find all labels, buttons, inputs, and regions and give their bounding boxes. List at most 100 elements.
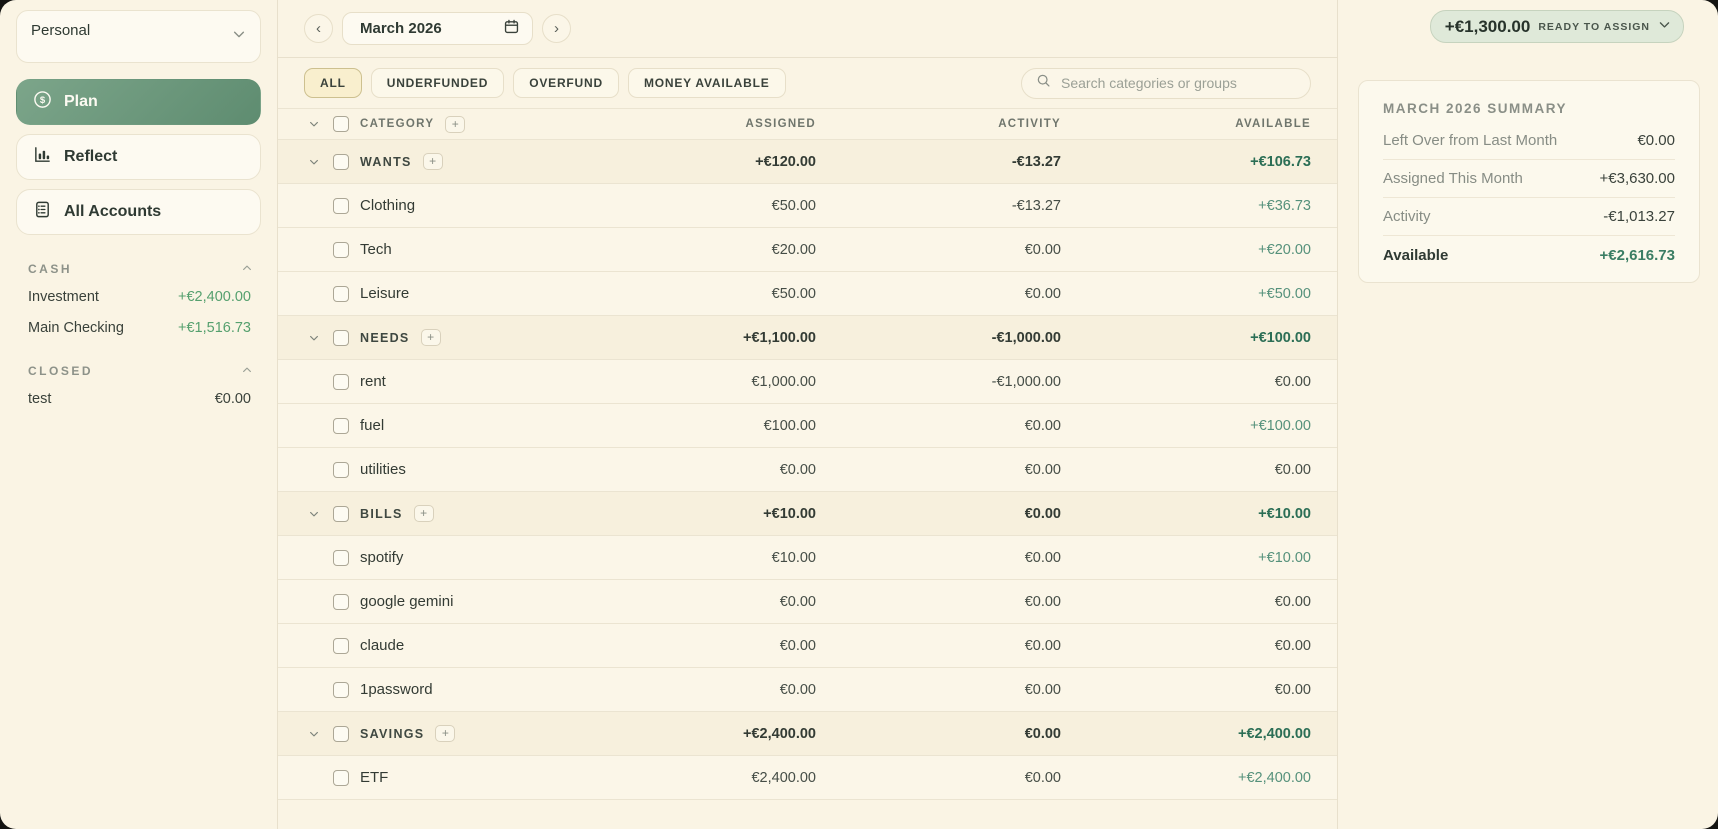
category-row[interactable]: utilities €0.00 €0.00 €0.00 xyxy=(278,448,1337,492)
add-category-button[interactable]: + xyxy=(435,725,456,742)
category-row[interactable]: ETF €2,400.00 €0.00 +€2,400.00 xyxy=(278,756,1337,800)
category-available: €0.00 xyxy=(1274,593,1311,610)
chevron-up-icon xyxy=(241,364,253,379)
category-checkbox[interactable] xyxy=(333,197,349,214)
filter-chip[interactable]: OVERFUND xyxy=(513,68,619,98)
previous-month-button[interactable]: ‹ xyxy=(304,14,333,43)
category-row[interactable]: Tech €20.00 €0.00 +€20.00 xyxy=(278,228,1337,272)
category-row[interactable]: rent €1,000.00 -€1,000.00 €0.00 xyxy=(278,360,1337,404)
sidebar-item-label: Plan xyxy=(64,93,98,110)
search-box[interactable] xyxy=(1021,67,1311,99)
account-row[interactable]: test €0.00 xyxy=(28,383,253,414)
group-available: +€106.73 xyxy=(1250,153,1311,170)
budget-table: CATEGORY + ASSIGNED ACTIVITY AVAILABLE W… xyxy=(278,108,1337,800)
category-checkbox[interactable] xyxy=(333,769,349,786)
category-row[interactable]: 1password €0.00 €0.00 €0.00 xyxy=(278,668,1337,712)
next-month-button[interactable]: › xyxy=(542,14,571,43)
category-checkbox[interactable] xyxy=(333,681,349,698)
category-row[interactable]: Leisure €50.00 €0.00 +€50.00 xyxy=(278,272,1337,316)
add-category-button[interactable]: + xyxy=(413,505,434,522)
filter-chip[interactable]: MONEY AVAILABLE xyxy=(627,68,786,98)
month-picker[interactable]: March 2026 xyxy=(342,12,533,45)
sidebar-item-reflect[interactable]: Reflect xyxy=(16,134,261,180)
category-assigned: €0.00 xyxy=(779,593,816,610)
group-assigned: +€120.00 xyxy=(755,153,816,170)
ready-to-assign-button[interactable]: +€1,300.00 READY TO ASSIGN xyxy=(1429,10,1684,43)
filter-chip[interactable]: UNDERFUNDED xyxy=(370,68,505,98)
category-assigned: €0.00 xyxy=(779,461,816,478)
arrow-left-icon: ‹ xyxy=(316,19,321,37)
sidebar-nav: $ Plan Reflect All Accounts xyxy=(16,79,261,235)
month-summary-card: MARCH 2026 SUMMARY Left Over from Last M… xyxy=(1358,80,1700,283)
account-balance: +€2,400.00 xyxy=(178,288,251,305)
summary-row-value: -€1,013.27 xyxy=(1603,208,1675,225)
category-assigned: €10.00 xyxy=(771,549,816,566)
group-row[interactable]: SAVINGS + +€2,400.00 €0.00 +€2,400.00 xyxy=(278,712,1337,756)
add-group-button[interactable]: + xyxy=(445,115,466,133)
group-row[interactable]: BILLS + +€10.00 €0.00 +€10.00 xyxy=(278,492,1337,536)
filter-chip[interactable]: ALL xyxy=(304,68,362,98)
category-activity: €0.00 xyxy=(1024,593,1061,610)
account-row[interactable]: Investment +€2,400.00 xyxy=(28,281,253,312)
select-all-checkbox[interactable] xyxy=(333,116,349,132)
summary-row-value: +€2,616.73 xyxy=(1599,246,1676,264)
category-assigned: €0.00 xyxy=(779,681,816,698)
account-row[interactable]: Main Checking +€1,516.73 xyxy=(28,312,253,343)
category-checkbox[interactable] xyxy=(333,593,349,610)
collapse-all-chevron-icon[interactable] xyxy=(308,118,322,130)
category-checkbox[interactable] xyxy=(333,285,349,302)
category-checkbox[interactable] xyxy=(333,417,349,434)
chevron-down-icon xyxy=(232,27,246,46)
category-row[interactable]: google gemini €0.00 €0.00 €0.00 xyxy=(278,580,1337,624)
budget-selector[interactable]: Personal xyxy=(16,10,261,63)
search-input[interactable] xyxy=(1059,74,1296,92)
add-category-button[interactable]: + xyxy=(420,329,441,346)
chevron-down-icon[interactable] xyxy=(308,332,322,344)
summary-row: Assigned This Month +€3,630.00 xyxy=(1383,160,1675,198)
calendar-icon xyxy=(503,18,520,40)
group-checkbox[interactable] xyxy=(333,329,349,346)
category-checkbox[interactable] xyxy=(333,241,349,258)
chevron-down-icon[interactable] xyxy=(308,156,322,168)
group-activity: -€13.27 xyxy=(1011,153,1061,170)
category-assigned: €50.00 xyxy=(771,197,816,214)
category-checkbox[interactable] xyxy=(333,373,349,390)
account-name: test xyxy=(28,390,52,407)
category-activity: €0.00 xyxy=(1024,285,1061,302)
category-row[interactable]: Clothing €50.00 -€13.27 +€36.73 xyxy=(278,184,1337,228)
right-panel: +€1,300.00 READY TO ASSIGN MARCH 2026 SU… xyxy=(1338,0,1718,829)
group-name: NEEDS xyxy=(360,330,410,345)
category-activity: -€1,000.00 xyxy=(991,373,1061,390)
account-name: Investment xyxy=(28,288,99,305)
category-activity: -€13.27 xyxy=(1011,197,1061,214)
add-category-button[interactable]: + xyxy=(422,153,443,170)
chevron-down-icon[interactable] xyxy=(308,728,322,740)
category-row[interactable]: spotify €10.00 €0.00 +€10.00 xyxy=(278,536,1337,580)
group-row[interactable]: NEEDS + +€1,100.00 -€1,000.00 +€100.00 xyxy=(278,316,1337,360)
column-header-category: CATEGORY xyxy=(360,118,435,130)
account-section-header[interactable]: CLOSED xyxy=(28,359,253,383)
category-checkbox[interactable] xyxy=(333,461,349,478)
group-row[interactable]: WANTS + +€120.00 -€13.27 +€106.73 xyxy=(278,140,1337,184)
app-window: Personal $ Plan Reflect All Accounts CAS… xyxy=(0,0,1718,829)
summary-row-value: +€3,630.00 xyxy=(1599,170,1676,187)
group-checkbox[interactable] xyxy=(333,725,349,742)
category-checkbox[interactable] xyxy=(333,549,349,566)
ready-to-assign-label: READY TO ASSIGN xyxy=(1538,20,1650,33)
category-checkbox[interactable] xyxy=(333,637,349,654)
group-checkbox[interactable] xyxy=(333,153,349,170)
category-available: +€2,400.00 xyxy=(1238,769,1311,786)
category-available: +€10.00 xyxy=(1258,549,1311,566)
summary-row-label: Activity xyxy=(1383,208,1431,225)
chevron-down-icon[interactable] xyxy=(308,508,322,520)
chevron-down-icon xyxy=(1658,18,1671,36)
category-row[interactable]: fuel €100.00 €0.00 +€100.00 xyxy=(278,404,1337,448)
sidebar-item-plan[interactable]: $ Plan xyxy=(16,79,261,125)
category-row[interactable]: claude €0.00 €0.00 €0.00 xyxy=(278,624,1337,668)
account-section-header[interactable]: CASH xyxy=(28,257,253,281)
category-activity: €0.00 xyxy=(1024,241,1061,258)
filter-chips: ALL UNDERFUNDED OVERFUND MONEY AVAILABLE xyxy=(304,68,786,98)
group-checkbox[interactable] xyxy=(333,505,349,522)
sidebar-item-all-accounts[interactable]: All Accounts xyxy=(16,189,261,235)
account-list: Investment +€2,400.00 Main Checking +€1,… xyxy=(28,281,253,343)
